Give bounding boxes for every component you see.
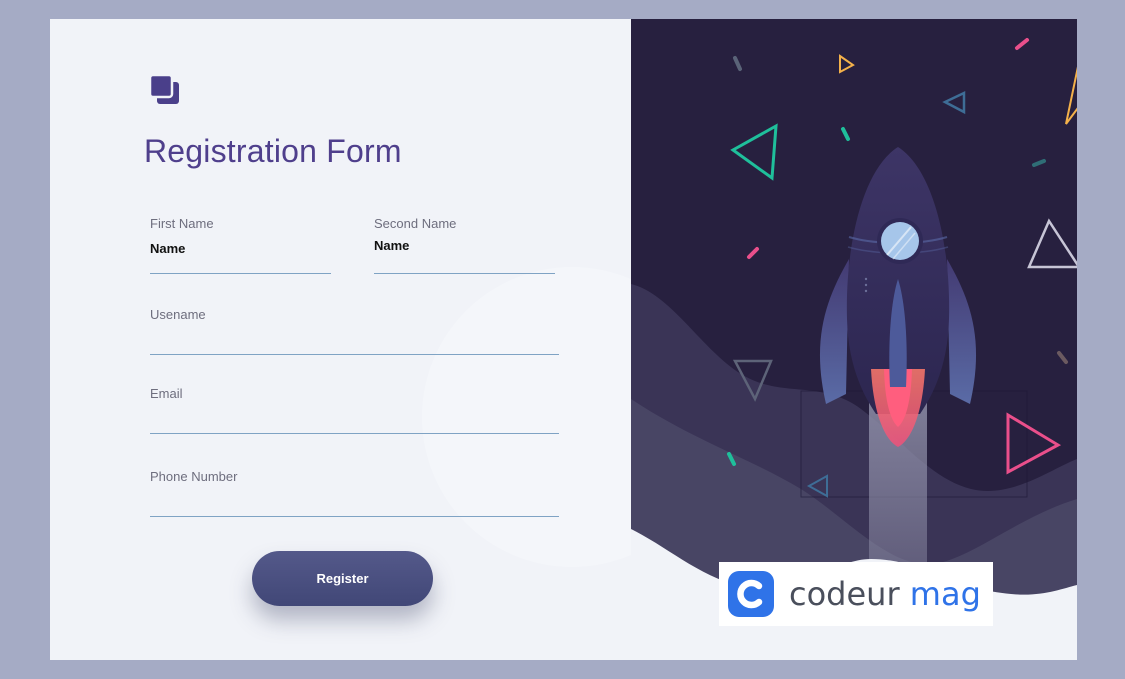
phone-number-field[interactable]: Phone Number xyxy=(150,468,559,517)
username-input[interactable] xyxy=(150,332,559,347)
stacked-squares-icon xyxy=(150,75,179,104)
first-name-field[interactable]: First Name xyxy=(150,215,331,274)
username-field[interactable]: Usename xyxy=(150,306,559,355)
email-label: Email xyxy=(150,386,183,401)
second-name-input[interactable] xyxy=(374,238,555,253)
email-field[interactable]: Email xyxy=(150,385,559,434)
first-name-label: First Name xyxy=(150,216,214,231)
register-button[interactable]: Register xyxy=(252,551,433,606)
watermark-text-codeur: codeur xyxy=(789,575,900,613)
second-name-field[interactable]: Second Name xyxy=(374,215,555,274)
watermark-text: codeur mag xyxy=(789,575,981,613)
page-title: Registration Form xyxy=(144,133,402,169)
form-panel: Registration Form First Name Second Name… xyxy=(50,19,722,660)
email-input[interactable] xyxy=(150,411,559,426)
watermark-text-mag: mag xyxy=(909,575,981,613)
codeur-mag-watermark: codeur mag xyxy=(719,562,993,626)
phone-number-label: Phone Number xyxy=(150,469,238,484)
second-name-label: Second Name xyxy=(374,216,457,231)
username-label: Usename xyxy=(150,307,206,322)
phone-number-input[interactable] xyxy=(150,494,559,509)
codeur-c-icon xyxy=(728,571,774,617)
first-name-input[interactable] xyxy=(150,241,331,256)
